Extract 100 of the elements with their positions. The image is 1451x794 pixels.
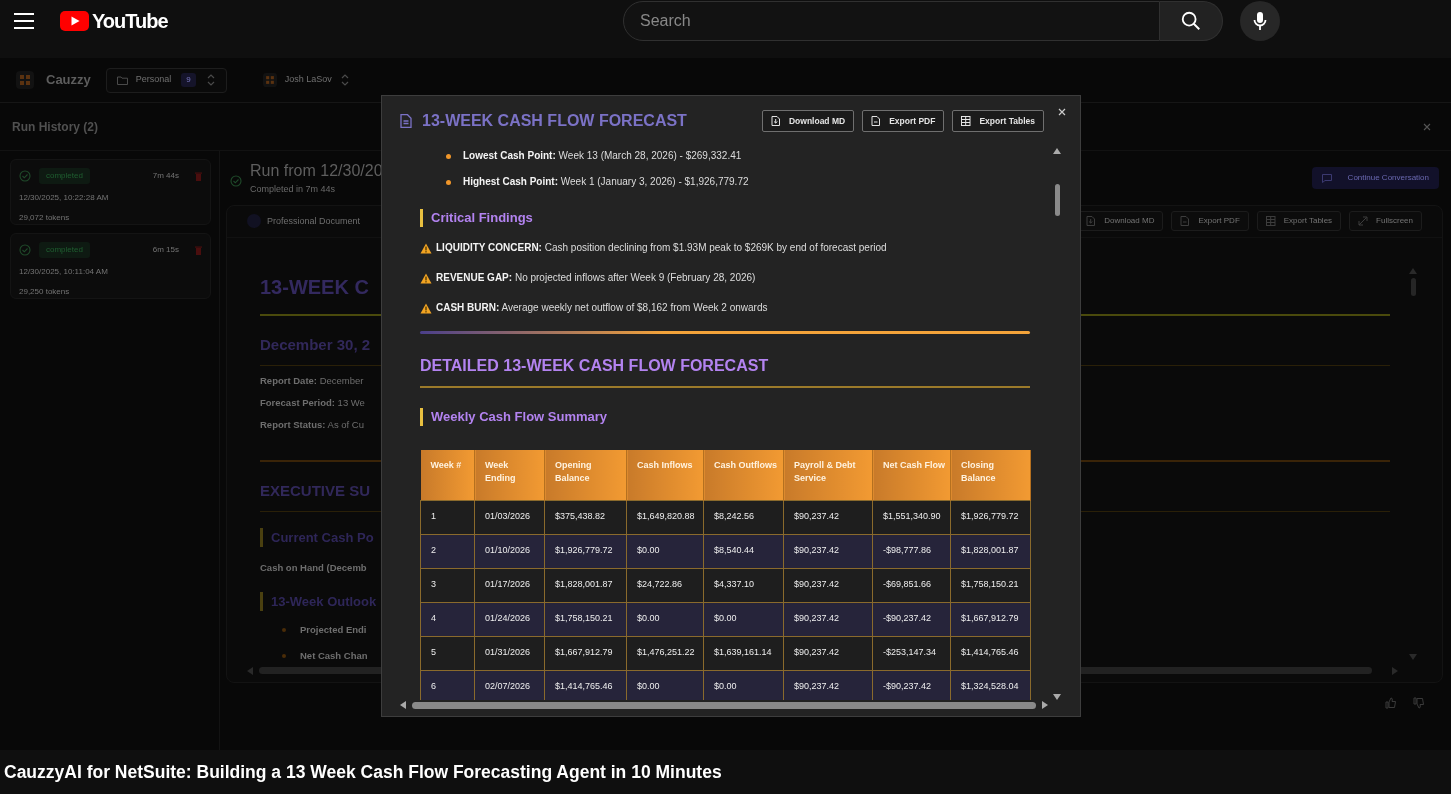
play-logo-icon	[60, 11, 89, 31]
column-header: Net Cash Flow	[872, 450, 951, 500]
bullet-text: Net Cash Chan	[300, 649, 368, 664]
brand-name: Cauzzy	[46, 71, 91, 90]
table-cell: $1,926,779.72	[544, 534, 627, 568]
toolbar-button[interactable]: Export Tables	[1256, 211, 1342, 232]
table-cell: $90,237.42	[783, 636, 873, 670]
table-cell: $90,237.42	[783, 568, 873, 602]
bullet-dot	[446, 153, 451, 159]
export-icon	[1180, 216, 1191, 227]
scrollbar-thumb[interactable]	[1410, 278, 1416, 296]
token-count: 29,250 tokens	[19, 286, 71, 298]
section-heading: DETAILED 13-WEEK CASH FLOW FORECAST	[420, 354, 1030, 388]
table-cell: $8,540.44	[703, 534, 784, 568]
video-title: CauzzyAI for NetSuite: Building a 13 Week Cash Flow Forecasting Agent in 10 Minutes	[4, 761, 722, 783]
table-cell: $0.00	[626, 670, 704, 700]
table-cell: $24,722.86	[626, 568, 704, 602]
toolbar-button[interactable]: Export PDF	[862, 110, 945, 132]
menu-button[interactable]	[14, 13, 36, 29]
table-cell: $0.00	[626, 534, 704, 568]
run-card[interactable]: completed 6m 15s 12/30/2025, 10:11:04 AM 29,250 tokens	[10, 233, 211, 299]
search-icon	[1180, 10, 1202, 32]
bullet-dot	[282, 628, 286, 633]
dialog-title: 13-WEEK CASH FLOW FORECAST	[422, 111, 687, 131]
toolbar-button[interactable]: Export Tables	[952, 110, 1044, 132]
expand-icon	[1358, 216, 1369, 227]
toolbar-button[interactable]: Fullscreen	[1349, 211, 1422, 232]
warning-icon	[420, 302, 432, 314]
table-cell: 01/31/2026	[474, 636, 545, 670]
grid-avatar-icon	[262, 73, 277, 87]
table-cell: -$98,777.86	[872, 534, 951, 568]
count-badge: 9	[181, 73, 196, 87]
table-cell: $1,667,912.79	[950, 602, 1031, 636]
run-date: 12/30/2025, 10:22:28 AM	[19, 192, 110, 204]
table-cell: $1,667,912.79	[544, 636, 627, 670]
search-button[interactable]	[1160, 1, 1223, 41]
chat-icon	[1321, 173, 1332, 183]
table-cell: -$90,237.42	[872, 602, 951, 636]
table-cell: 01/10/2026	[474, 534, 545, 568]
column-header: Cash Outflows	[703, 450, 784, 500]
thumbs-down-icon[interactable]	[1413, 696, 1425, 709]
table-cell: $0.00	[703, 602, 784, 636]
run-card[interactable]: completed 7m 44s 12/30/2025, 10:22:28 AM 29,072 tokens	[10, 159, 211, 225]
toolbar-button[interactable]: Export PDF	[1171, 211, 1249, 232]
scrollbar-thumb[interactable]	[412, 701, 1036, 709]
table-cell: 2	[420, 534, 475, 568]
toolbar-button[interactable]: Download MD	[761, 110, 855, 132]
scroll-up-icon[interactable]	[1053, 148, 1061, 154]
table-cell: 02/07/2026	[474, 670, 545, 700]
table-cell: 4	[420, 602, 475, 636]
table-cell: $90,237.42	[783, 534, 873, 568]
grid-logo-icon	[16, 71, 34, 89]
subsection-heading: Critical Findings	[420, 209, 1030, 227]
close-icon	[1423, 122, 1431, 131]
table-cell: $1,758,150.21	[950, 568, 1031, 602]
table-cell: $1,476,251.22	[626, 636, 704, 670]
table-cell: $1,926,779.72	[950, 500, 1031, 534]
bullet-text: Highest Cash Point: Week 1 (January 3, 2026) - $1,926,779.72	[463, 175, 749, 189]
table-cell: -$69,851.66	[872, 568, 951, 602]
workspace-selector[interactable]: Personal 9	[105, 67, 227, 93]
finding-text: CASH BURN: Average weekly net outflow of $8,162 from Week 2 onwards	[436, 301, 768, 315]
user-menu[interactable]: Josh LaSov	[262, 73, 350, 87]
bullet-dot	[446, 179, 451, 185]
table-icon	[961, 116, 972, 126]
table-cell: $1,324,528.04	[950, 670, 1031, 700]
status-badge: completed	[39, 168, 90, 184]
warning-icon	[420, 242, 432, 254]
run-subtitle: Completed in 7m 44s	[250, 183, 337, 196]
table-cell: 01/17/2026	[474, 568, 545, 602]
table-cell: -$253,147.34	[872, 636, 951, 670]
continue-button[interactable]: Continue Conversation	[1311, 167, 1439, 189]
thumbs-up-icon[interactable]	[1385, 696, 1397, 709]
column-header: Opening Balance	[544, 450, 627, 500]
run-title: Run from 12/30/20	[250, 161, 383, 181]
table-cell: $0.00	[626, 602, 704, 636]
paragraph: Cash on Hand (Decemb	[260, 561, 368, 576]
table-cell: $1,639,161.14	[703, 636, 784, 670]
scroll-left-icon[interactable]	[400, 701, 406, 709]
table-cell: $1,551,340.90	[872, 500, 951, 534]
table-cell: $8,242.56	[703, 500, 784, 534]
table-icon	[1265, 216, 1276, 227]
panel-title: Run History (2)	[12, 118, 98, 136]
microphone-button[interactable]	[1240, 1, 1280, 41]
scrollbar-thumb[interactable]	[1054, 184, 1060, 216]
column-header: Week Ending	[474, 450, 545, 500]
column-header: Closing Balance	[950, 450, 1031, 500]
download-icon	[770, 116, 781, 126]
scroll-right-icon[interactable]	[1042, 701, 1048, 709]
download-icon	[1086, 216, 1097, 227]
scroll-down-icon[interactable]	[1053, 694, 1061, 700]
table-cell: 5	[420, 636, 475, 670]
check-circle-icon	[19, 244, 31, 256]
menu-icon	[14, 13, 36, 29]
table-cell: 01/24/2026	[474, 602, 545, 636]
bullet-text: Projected Endi	[300, 623, 367, 637]
finding-text: LIQUIDITY CONCERN: Cash position declining from $1.93M peak to $269K by end of forecast period	[436, 241, 887, 255]
column-header: Week #	[420, 450, 475, 500]
search-field[interactable]: Search	[623, 1, 1160, 41]
document-subtitle: Professional Document	[267, 214, 361, 228]
run-duration: 6m 15s	[152, 244, 179, 256]
